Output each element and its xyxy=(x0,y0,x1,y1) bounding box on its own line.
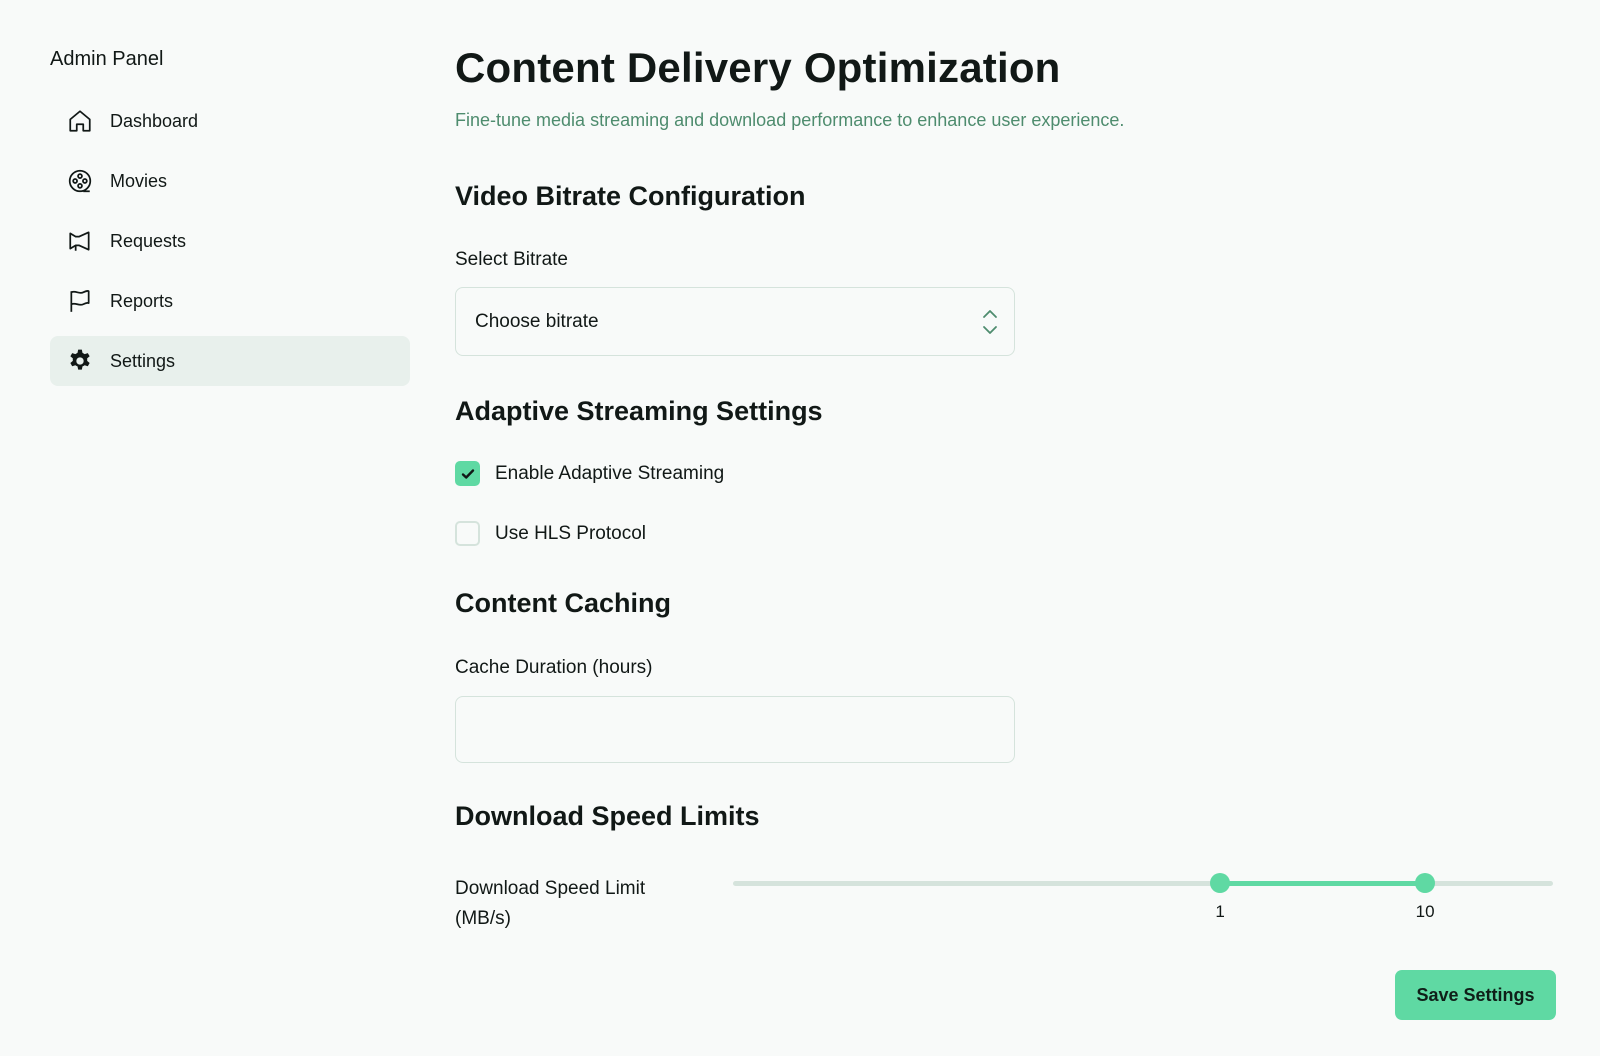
flag-icon xyxy=(66,287,94,315)
sidebar-title: Admin Panel xyxy=(50,48,164,70)
slider-max-value: 10 xyxy=(1415,902,1435,921)
hls-protocol-option[interactable]: Use HLS Protocol xyxy=(455,521,646,546)
hls-protocol-label: Use HLS Protocol xyxy=(495,522,647,544)
cache-duration-label: Cache Duration (hours) xyxy=(455,657,653,678)
slider-range xyxy=(1220,881,1426,886)
cache-duration-input[interactable] xyxy=(455,696,1015,763)
slider-min-value: 1 xyxy=(1215,902,1225,921)
checkmark-icon xyxy=(461,468,474,479)
sidebar-item-reports[interactable]: Reports xyxy=(50,276,410,326)
save-settings-button[interactable]: Save Settings xyxy=(1395,970,1556,1020)
film-reel-icon xyxy=(66,167,94,195)
slider-thumb-min[interactable] xyxy=(1210,873,1231,893)
chevron-up-down-icon xyxy=(983,310,997,334)
sidebar-item-movies[interactable]: Movies xyxy=(50,156,410,206)
bitrate-select[interactable]: Choose bitrate xyxy=(455,287,1015,356)
home-icon xyxy=(66,107,94,135)
slider-thumb-max[interactable] xyxy=(1415,873,1436,893)
download-speed-label: Download Speed Limit (MB/s) xyxy=(455,878,646,929)
sidebar-item-dashboard[interactable]: Dashboard xyxy=(50,96,410,146)
page-title: Content Delivery Optimization xyxy=(455,44,1061,91)
sidebar-item-label: Reports xyxy=(110,290,174,311)
adaptive-streaming-label: Enable Adaptive Streaming xyxy=(495,462,725,484)
bitrate-select-value: Choose bitrate xyxy=(475,310,599,332)
sidebar-item-settings[interactable]: Settings xyxy=(50,336,410,386)
adaptive-streaming-checkbox[interactable] xyxy=(455,461,480,486)
megaphone-icon xyxy=(66,227,94,255)
page-subtitle: Fine-tune media streaming and download p… xyxy=(455,110,1125,130)
sidebar-item-label: Settings xyxy=(110,350,176,371)
sidebar-item-label: Requests xyxy=(110,230,187,251)
app-root: Admin Panel Dashboard Movies Requests Re… xyxy=(0,0,1600,1056)
download-speed-slider[interactable]: 1 10 xyxy=(733,872,1553,921)
caching-section-title: Content Caching xyxy=(455,588,671,618)
bitrate-label: Select Bitrate xyxy=(455,249,568,270)
sidebar-item-label: Dashboard xyxy=(110,110,199,131)
bitrate-section-title: Video Bitrate Configuration xyxy=(455,181,806,211)
adaptive-streaming-option[interactable]: Enable Adaptive Streaming xyxy=(455,461,724,486)
gear-icon xyxy=(66,347,94,375)
sidebar-item-requests[interactable]: Requests xyxy=(50,216,410,266)
adaptive-section-title: Adaptive Streaming Settings xyxy=(455,396,823,426)
sidebar-item-label: Movies xyxy=(110,170,168,191)
speed-section-title: Download Speed Limits xyxy=(455,801,760,831)
hls-protocol-checkbox[interactable] xyxy=(455,521,480,546)
sidebar-nav: Dashboard Movies Requests Reports Settin… xyxy=(50,96,410,396)
